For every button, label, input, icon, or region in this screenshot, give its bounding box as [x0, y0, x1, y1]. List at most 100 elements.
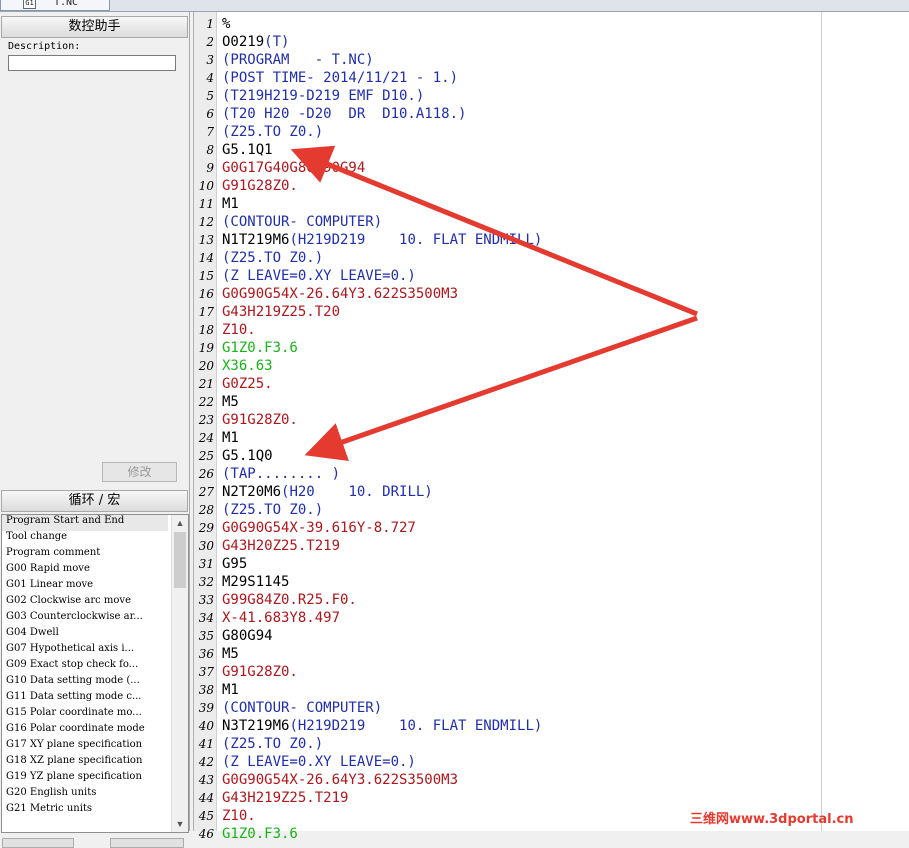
macro-list-item[interactable]: G19 YZ plane specification [6, 771, 142, 787]
cycles-macros-title: 循环 / 宏 [1, 490, 188, 512]
macro-list-item[interactable]: G11 Data setting mode c... [6, 691, 141, 707]
left-bottom-button-1[interactable] [2, 838, 74, 848]
macro-list-item[interactable]: G10 Data setting mode (... [6, 675, 140, 691]
line-number: 4 [206, 71, 214, 85]
code-text: N3T219M6(H219D219 10. FLAT ENDMILL) [222, 717, 542, 735]
scroll-down-icon[interactable]: ▼ [172, 816, 188, 832]
macro-list-item[interactable]: Program Start and End [2, 515, 168, 531]
description-input[interactable] [8, 55, 176, 71]
macro-list-item[interactable]: G00 Rapid move [6, 563, 90, 579]
macro-list-item[interactable]: G03 Counterclockwise ar... [6, 611, 143, 627]
line-number: 17 [198, 305, 214, 319]
cnc-assistant-title: 数控助手 [1, 16, 188, 38]
macro-list-item[interactable]: G02 Clockwise arc move [6, 595, 131, 611]
code-text: (T219H219-D219 EMF D10.) [222, 88, 425, 104]
line-number: 42 [198, 755, 214, 769]
macro-list-item[interactable]: G18 XZ plane specification [6, 755, 142, 771]
line-number: 15 [198, 269, 214, 283]
code-text: G43H20Z25.T219 [222, 538, 341, 554]
line-number: 27 [198, 485, 214, 499]
line-number: 35 [198, 629, 214, 643]
code-text: (Z25.TO Z0.) [222, 736, 324, 752]
code-text: O0219(T) [222, 33, 289, 51]
macro-list-item[interactable]: G16 Polar coordinate mode [6, 723, 145, 739]
code-text: M1 [222, 682, 239, 698]
code-text: (Z25.TO Z0.) [222, 502, 324, 518]
code-text: G80G94 [222, 628, 273, 644]
macro-list-item[interactable]: G20 English units [6, 787, 96, 803]
code-token: N3T219M6 [222, 718, 290, 734]
file-icon: G1 [23, 0, 36, 9]
line-number: 30 [198, 539, 214, 553]
code-text: G0G90G54X-39.616Y-8.727 [222, 520, 416, 536]
line-number: 40 [198, 719, 214, 733]
code-text: M5 [222, 394, 239, 410]
line-number: 39 [198, 701, 214, 715]
code-text: % [222, 16, 231, 32]
code-token: N2T20M6 [222, 484, 282, 500]
code-text: Z10. [222, 808, 256, 824]
macro-list-item[interactable]: G21 Metric units [6, 803, 92, 819]
line-number: 12 [198, 215, 214, 229]
code-text: G0Z25. [222, 376, 273, 392]
line-number: 21 [198, 377, 214, 391]
line-number: 38 [198, 683, 214, 697]
code-text: X36.63 [222, 358, 273, 374]
line-number: 34 [198, 611, 214, 625]
code-comment: (H20 10. DRILL) [281, 484, 433, 500]
code-text: N1T219M6(H219D219 10. FLAT ENDMILL) [222, 231, 542, 249]
code-text: (Z LEAVE=0.XY LEAVE=0.) [222, 268, 416, 284]
macro-list-scrollbar[interactable]: ▲ ▼ [171, 515, 188, 832]
editor-right-margin [821, 12, 909, 831]
line-number: 3 [206, 53, 214, 67]
code-text: (PROGRAM - T.NC) [222, 52, 374, 68]
code-text: G1Z0.F3.6 [222, 826, 298, 842]
line-number: 19 [198, 341, 214, 355]
code-text: (Z LEAVE=0.XY LEAVE=0.) [222, 754, 416, 770]
watermark-text: 三维网www.3dportal.cn [690, 812, 854, 827]
line-number: 6 [206, 107, 214, 121]
macro-list-item[interactable]: Tool change [6, 531, 67, 547]
file-tab[interactable]: G1 T.NC [0, 0, 110, 11]
line-number: 43 [198, 773, 214, 787]
line-number: 28 [198, 503, 214, 517]
file-tab-label: T.NC [54, 0, 79, 8]
macro-list-item[interactable]: Program comment [6, 547, 100, 563]
macro-list-item[interactable]: G07 Hypothetical axis i... [6, 643, 134, 659]
code-text: G99G84Z0.R25.F0. [222, 592, 357, 608]
code-text: (POST TIME- 2014/11/21 - 1.) [222, 70, 459, 86]
line-number: 41 [198, 737, 214, 751]
macro-list-item[interactable]: G01 Linear move [6, 579, 93, 595]
line-number: 29 [198, 521, 214, 535]
scroll-thumb[interactable] [174, 532, 186, 588]
scroll-up-icon[interactable]: ▲ [172, 515, 188, 531]
line-number: 2 [206, 35, 214, 49]
code-editor[interactable]: 1% 2 O0219(T) 3 (PROGRAM - T.NC) 4 (POST TIME-… [193, 12, 822, 842]
line-number: 37 [198, 665, 214, 679]
cnc-assistant-panel: 数控助手 Description: 修改 循环 / 宏 Program Star… [0, 12, 190, 848]
line-number: 31 [198, 557, 214, 571]
line-number: 24 [198, 431, 214, 445]
macro-list-item[interactable]: G17 XY plane specification [6, 739, 142, 755]
code-text: Z10. [222, 322, 256, 338]
code-text: G0G17G40G80G90G94 [222, 160, 366, 176]
code-text: (CONTOUR- COMPUTER) [222, 214, 383, 230]
macro-list-item[interactable]: G09 Exact stop check fo... [6, 659, 138, 675]
line-number: 20 [198, 359, 214, 373]
macro-list-item[interactable]: G04 Dwell [6, 627, 59, 643]
code-text: G43H219Z25.T20 [222, 304, 341, 320]
code-text: M1 [222, 196, 239, 212]
line-number: 23 [198, 413, 214, 427]
code-text: G0G90G54X-26.64Y3.622S3500M3 [222, 772, 459, 788]
line-number: 32 [198, 575, 214, 589]
line-number: 44 [198, 791, 214, 805]
modify-button[interactable]: 修改 [102, 462, 177, 482]
macro-list[interactable]: Program Start and End Tool change Program … [1, 514, 189, 833]
line-number: 36 [198, 647, 214, 661]
macro-list-item[interactable]: G15 Polar coordinate mo... [6, 707, 142, 723]
line-number: 8 [206, 143, 214, 157]
left-bottom-button-2[interactable] [110, 838, 184, 848]
code-text: G1Z0.F3.6 [222, 340, 298, 356]
line-number: 14 [198, 251, 214, 265]
code-comment: (T) [264, 34, 290, 50]
